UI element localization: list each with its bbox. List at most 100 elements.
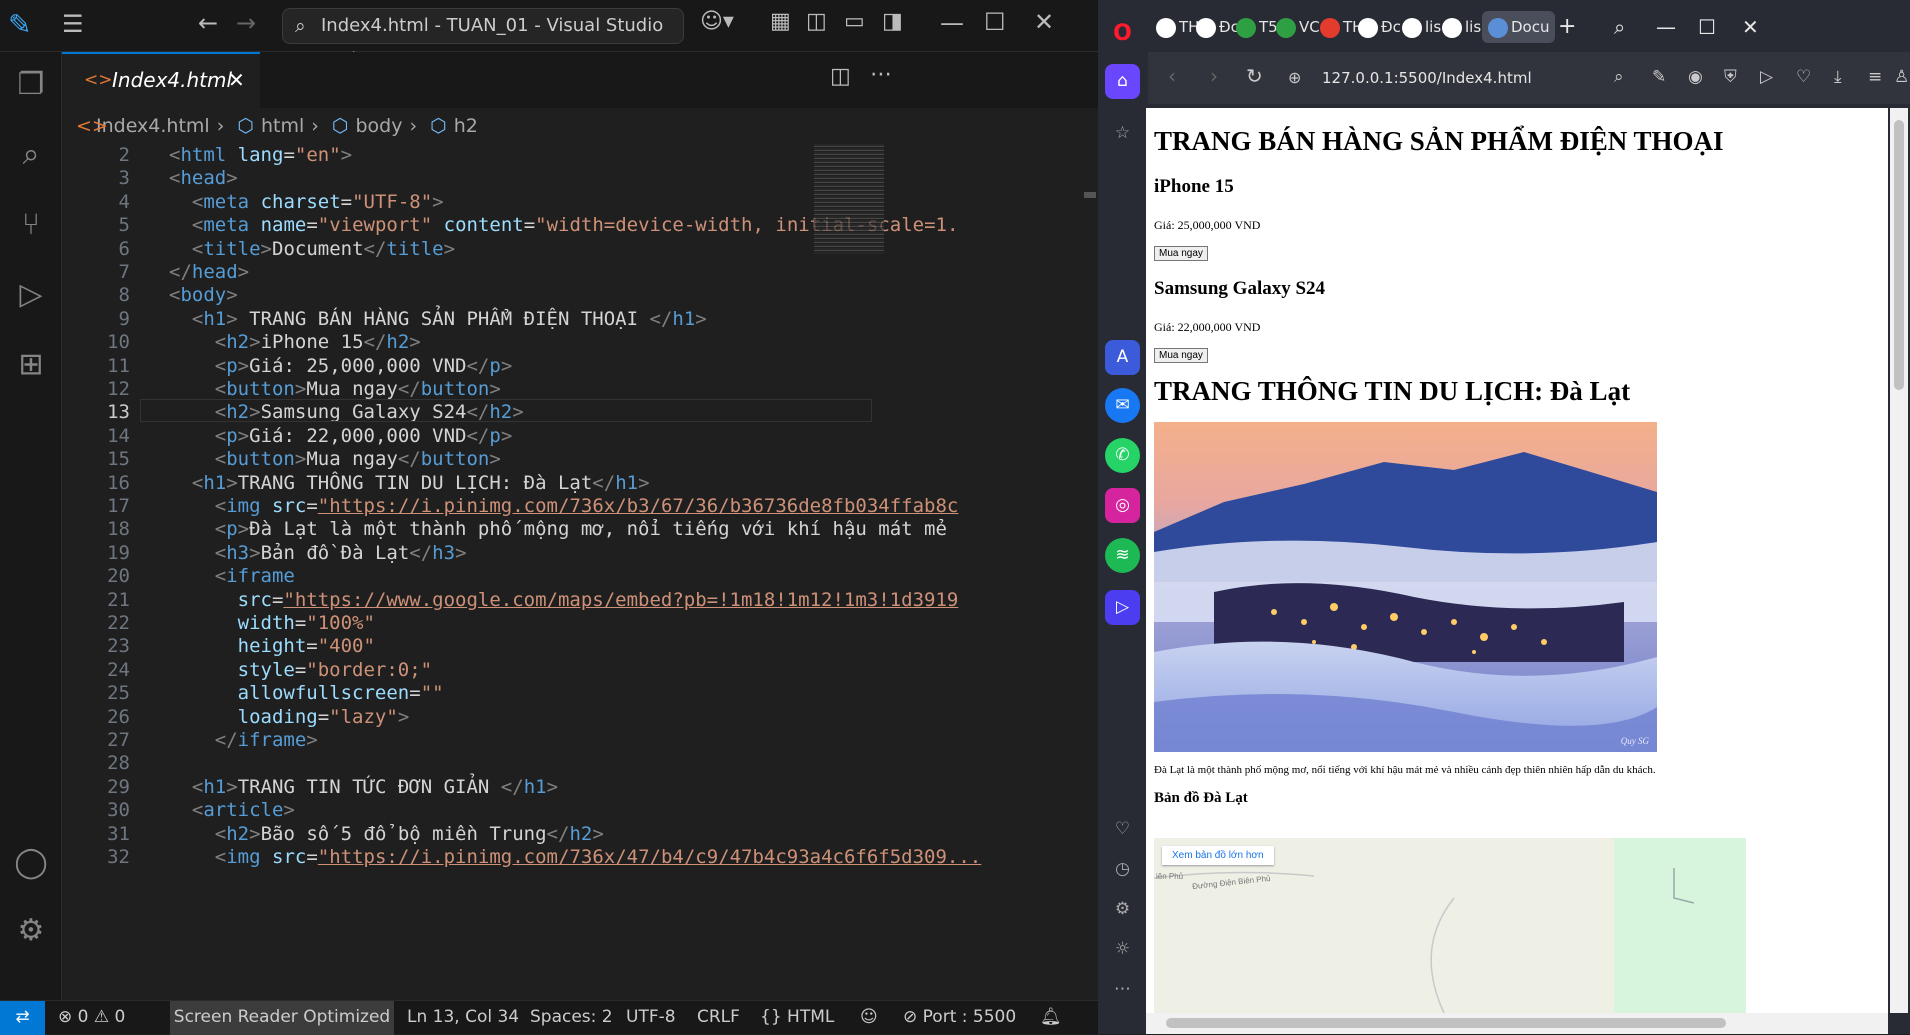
browser-tab[interactable]: Đc	[1196, 11, 1239, 43]
edit-icon[interactable]: ✎	[1652, 67, 1666, 87]
code-line[interactable]: <body>	[169, 284, 238, 306]
code-line[interactable]: <p>Giá: 25,000,000 VND</p>	[169, 355, 513, 377]
split-editor-icon[interactable]: ◫	[830, 64, 851, 89]
line-ending[interactable]: CRLF	[697, 1001, 740, 1034]
copilot-status-icon[interactable]: ☺	[860, 1001, 878, 1034]
account-icon[interactable]: ◯	[10, 842, 52, 884]
history-icon[interactable]: ◷	[1105, 852, 1140, 887]
toggle-panel-icon[interactable]: ▭	[844, 9, 865, 34]
minimize-icon[interactable]: —	[940, 9, 964, 37]
buy-button-2[interactable]: Mua ngay	[1154, 348, 1208, 363]
download-icon[interactable]: ⤓	[1834, 67, 1842, 87]
aria-icon[interactable]: A	[1105, 340, 1140, 375]
code-line[interactable]: <h1>TRANG TIN TỨC ĐƠN GIẢN </h1>	[169, 776, 558, 798]
breadcrumb-file[interactable]: Index4.html	[96, 115, 210, 137]
code-line[interactable]: <article>	[169, 799, 295, 821]
settings-icon[interactable]: ⚙	[1105, 892, 1140, 927]
code-line[interactable]: <img src="https://i.pinimg.com/736x/b3/6…	[169, 495, 959, 517]
buy-button-1[interactable]: Mua ngay	[1154, 246, 1208, 261]
search-tabs-icon[interactable]: ⌕	[1614, 11, 1625, 43]
code-line[interactable]: allowfullscreen=""	[169, 682, 444, 704]
play-icon[interactable]: ▷	[1760, 67, 1773, 87]
code-line[interactable]: <img src="https://i.pinimg.com/736x/47/b…	[169, 846, 981, 868]
code-line[interactable]: <h1> TRANG BÁN HÀNG SẢN PHẨM ĐIỆN THOẠI …	[169, 308, 707, 330]
spotify-icon[interactable]: ≋	[1105, 538, 1140, 573]
new-tab-button[interactable]: +	[1558, 11, 1576, 43]
adblock-icon[interactable]: ⛨	[1724, 67, 1737, 87]
browser-tab[interactable]: T5	[1236, 11, 1278, 43]
code-line[interactable]: </iframe>	[169, 729, 318, 751]
code-line[interactable]: <title>Document</title>	[169, 238, 455, 260]
screen-reader-status[interactable]: Screen Reader Optimized	[170, 1001, 394, 1035]
close-tab-icon[interactable]: ✕	[228, 54, 245, 106]
editor-scrollbar[interactable]	[1084, 192, 1096, 198]
code-line[interactable]: loading="lazy">	[169, 706, 410, 728]
breadcrumb-html[interactable]: html	[261, 115, 304, 137]
code-line[interactable]: style="border:0;"	[169, 659, 433, 681]
run-debug-icon[interactable]: ▷	[10, 274, 52, 316]
maximize-icon[interactable]: ☐	[1698, 11, 1716, 43]
profile-icon[interactable]: ♙	[1894, 67, 1909, 87]
toggle-secondary-sidebar-icon[interactable]: ◨	[882, 9, 903, 34]
live-server-port[interactable]: ⊘ Port : 5500	[903, 1001, 1016, 1034]
indentation[interactable]: Spaces: 2	[530, 1001, 613, 1034]
back-icon[interactable]: ‹	[1168, 64, 1176, 88]
more-icon[interactable]: ⋯	[1105, 972, 1140, 1007]
easy-setup-icon[interactable]: ≡	[1868, 67, 1882, 87]
bookmarks-icon[interactable]: ☆	[1105, 116, 1140, 151]
home-icon[interactable]: ⌂	[1105, 64, 1140, 99]
page-vertical-scrollbar[interactable]	[1890, 108, 1908, 1013]
problems-indicator[interactable]: ⊗ 0 ⚠ 0	[58, 1001, 125, 1034]
code-line[interactable]: <meta charset="UTF-8">	[169, 191, 444, 213]
source-control-icon[interactable]: ⑂	[10, 204, 52, 246]
browser-tab[interactable]: Docu	[1482, 11, 1556, 43]
player-icon[interactable]: ▷	[1105, 590, 1140, 625]
browser-tab[interactable]: VC	[1276, 11, 1320, 43]
forward-icon[interactable]: ›	[1210, 64, 1218, 88]
back-arrow-icon[interactable]: ←	[198, 9, 218, 37]
scroll-thumb[interactable]	[1894, 120, 1904, 390]
tab-index4[interactable]: <> Index4.html ✕	[62, 52, 260, 108]
browser-tab[interactable]: TH	[1156, 11, 1199, 43]
browser-tab[interactable]: Đc	[1358, 11, 1401, 43]
cursor-position[interactable]: Ln 13, Col 34	[407, 1001, 519, 1034]
breadcrumb-body[interactable]: body	[356, 115, 403, 137]
code-line[interactable]: <h3>Bản đồ Đà Lạt</h3>	[169, 542, 467, 564]
code-line[interactable]: <h1>TRANG THÔNG TIN DU LỊCH: Đà Lạt</h1>	[169, 472, 650, 494]
menu-icon[interactable]: ☰	[62, 10, 84, 38]
more-actions-icon[interactable]: ⋯	[870, 62, 892, 87]
code-line[interactable]: </head>	[169, 261, 249, 283]
customize-layout-icon[interactable]: ▦	[770, 9, 791, 34]
search-icon[interactable]: ⌕	[10, 134, 52, 176]
copilot-icon[interactable]: ☺▾	[700, 9, 734, 34]
breadcrumb-h2[interactable]: h2	[454, 115, 478, 137]
code-line[interactable]: <html lang="en">	[169, 144, 352, 166]
toggle-primary-sidebar-icon[interactable]: ◫	[806, 9, 827, 34]
command-center[interactable]: ⌕Index4.html - TUAN_01 - Visual Studio C…	[282, 8, 684, 70]
code-line[interactable]: src="https://www.google.com/maps/embed?p…	[169, 589, 959, 611]
find-icon[interactable]: ⌕	[1614, 67, 1624, 87]
language-mode[interactable]: {} HTML	[760, 1001, 834, 1034]
tips-icon[interactable]: ☼	[1105, 932, 1140, 967]
close-icon[interactable]: ✕	[1742, 11, 1759, 43]
code-line[interactable]: <button>Mua ngay</button>	[169, 378, 501, 400]
opera-logo-icon[interactable]: O	[1105, 16, 1140, 51]
view-larger-map-link[interactable]: Xem bản đồ lớn hơn	[1162, 846, 1274, 865]
code-line[interactable]: <p>Giá: 22,000,000 VND</p>	[169, 425, 513, 447]
code-line[interactable]: <h2>Bão số 5 đổ bộ miền Trung</h2>	[169, 823, 604, 845]
h-scroll-thumb[interactable]	[1166, 1018, 1726, 1028]
code-line[interactable]: <iframe	[169, 565, 295, 587]
code-line[interactable]: <head>	[169, 167, 238, 189]
heart-icon[interactable]: ♡	[1796, 67, 1811, 87]
explorer-icon[interactable]: ❐	[10, 64, 52, 106]
page-horizontal-scrollbar[interactable]	[1146, 1013, 1888, 1034]
close-icon[interactable]: ✕	[1034, 8, 1054, 36]
forward-arrow-icon[interactable]: →	[236, 9, 256, 37]
browser-tab[interactable]: TH	[1320, 11, 1363, 43]
snapshot-icon[interactable]: ◉	[1688, 67, 1703, 87]
code-line[interactable]: <h2>iPhone 15</h2>	[169, 331, 421, 353]
extensions-icon[interactable]: ⊞	[10, 344, 52, 386]
browser-tab[interactable]: lis	[1402, 11, 1441, 43]
code-line[interactable]: height="400"	[169, 635, 375, 657]
minimize-icon[interactable]: —	[1656, 11, 1676, 43]
